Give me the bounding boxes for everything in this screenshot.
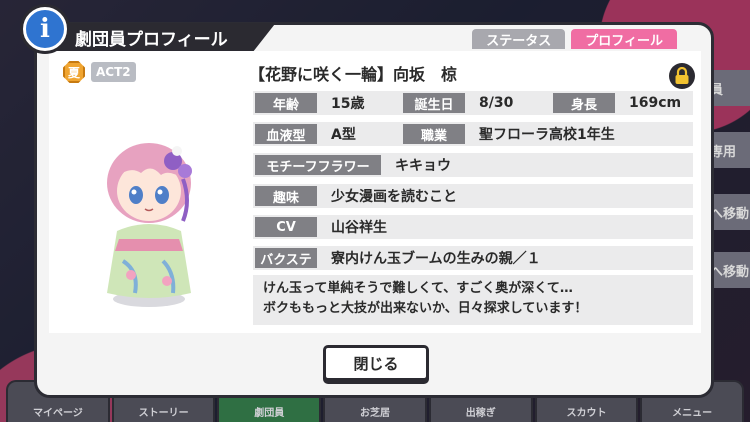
- hobby-value: 少女漫画を読むこと: [331, 189, 457, 205]
- birthday-label: 誕生日: [403, 93, 465, 113]
- birthday-value: 8/30: [479, 95, 514, 111]
- backstage-value: 寮内けん玉ブームの生みの親／１: [331, 251, 541, 267]
- quote-line-2: ボクももっと大技が出来ないか、日々探求しています！: [263, 301, 588, 316]
- profile-row-blood-job: 血液型 A型 職業 聖フローラ高校1年生: [253, 122, 693, 146]
- cv-value: 山谷祥生: [331, 220, 387, 236]
- season-badge: 夏: [63, 61, 85, 83]
- act-badge: ACT2: [91, 62, 136, 82]
- dialog-title: 劇団員プロフィール: [39, 23, 276, 51]
- character-name: 【花野に咲く一輪】向坂 椋: [249, 65, 458, 84]
- profile-row-flower: モチーフフラワー キキョウ: [253, 153, 693, 177]
- profile-row-hobby: 趣味 少女漫画を読むこと: [253, 184, 693, 208]
- profile-panel: 夏 ACT2 【花野に咲く一輪】向坂 椋 年齢 15歳 誕生日 8/30 身長 …: [49, 51, 701, 333]
- age-label: 年齢: [255, 93, 317, 113]
- motif-flower-value: キキョウ: [395, 158, 451, 174]
- backstage-label: バクステ: [255, 248, 317, 268]
- motif-flower-label: モチーフフラワー: [255, 155, 381, 175]
- character-portrait: [107, 143, 192, 307]
- age-value: 15歳: [331, 96, 365, 112]
- hobby-label: 趣味: [255, 186, 317, 206]
- character-quote: けん玉って単純そうで難しくて、すごく奥が深くて… ボクももっと大技が出来ないか、…: [253, 275, 693, 325]
- profile-row-backstage: バクステ 寮内けん玉ブームの生みの親／１: [253, 246, 693, 270]
- tab-status[interactable]: ステータス: [472, 29, 566, 49]
- height-label: 身長: [553, 93, 615, 113]
- close-button[interactable]: 閉じる: [323, 345, 429, 381]
- occupation-value: 聖フローラ高校1年生: [479, 127, 615, 143]
- height-value: 169cm: [629, 95, 682, 111]
- profile-row-basic: 年齢 15歳 誕生日 8/30 身長 169cm: [253, 91, 693, 115]
- quote-line-1: けん玉って単純そうで難しくて、すごく奥が深くて…: [263, 281, 573, 296]
- lock-icon[interactable]: [669, 63, 695, 89]
- info-icon: i: [23, 7, 67, 51]
- tab-bar: ステータス プロフィール: [472, 29, 677, 49]
- profile-dialog: i 劇団員プロフィール ステータス プロフィール 夏 ACT2 【花野に咲く一輪…: [23, 7, 714, 398]
- profile-row-cv: CV 山谷祥生: [253, 215, 693, 239]
- occupation-label: 職業: [403, 124, 465, 144]
- cv-label: CV: [255, 217, 317, 237]
- blood-type-label: 血液型: [255, 124, 317, 144]
- blood-type-value: A型: [331, 127, 356, 143]
- tab-profile[interactable]: プロフィール: [571, 29, 677, 49]
